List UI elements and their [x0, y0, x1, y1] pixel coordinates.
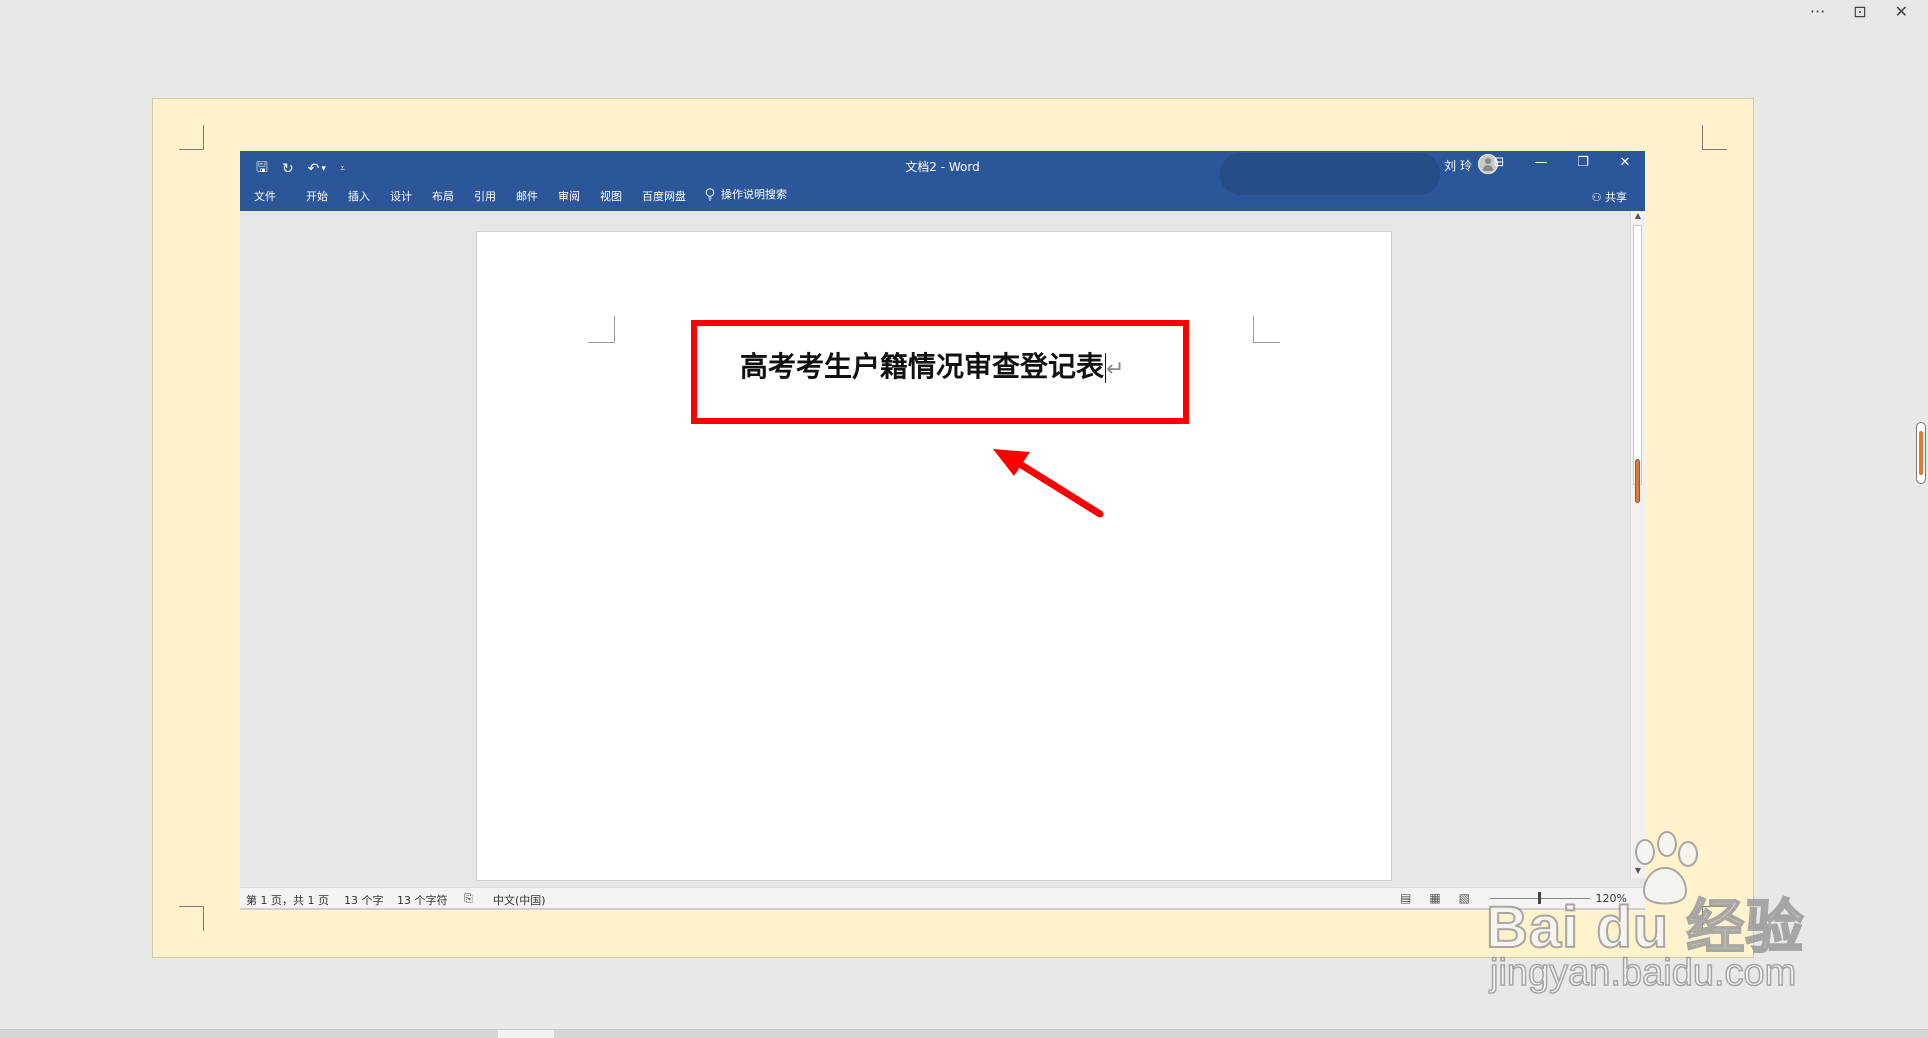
scroll-up-icon[interactable]: ▲ [1631, 211, 1645, 223]
word-window: 🖫 ↻ ↶ ▾ ⩡ 文档2 - Word 刘 玲 ⊟ — ❐ ✕ 文件 开始 插… [240, 151, 1645, 910]
read-mode-icon[interactable]: ▤ [1400, 891, 1411, 905]
tab-design[interactable]: 设计 [390, 188, 412, 204]
document-page[interactable]: 高考考生户籍情况审查登记表↵ [476, 231, 1392, 881]
language[interactable]: 中文(中国) [493, 892, 546, 908]
margin-mark-right [1253, 316, 1280, 343]
vertical-scrollbar[interactable]: ▲ ▼ [1630, 211, 1645, 878]
tab-insert[interactable]: 插入 [348, 188, 370, 204]
title-bar: 🖫 ↻ ↶ ▾ ⩡ 文档2 - Word 刘 玲 ⊟ — ❐ ✕ 文件 开始 插… [240, 151, 1645, 211]
tab-mailings[interactable]: 邮件 [516, 188, 538, 204]
page-count[interactable]: 第 1 页，共 1 页 [246, 892, 329, 908]
close-icon[interactable]: ✕ [1895, 2, 1908, 21]
minimize-icon[interactable]: — [1533, 155, 1549, 170]
tab-home[interactable]: 开始 [306, 188, 328, 204]
tab-file[interactable]: 文件 [254, 188, 276, 204]
close-window-icon[interactable]: ✕ [1617, 155, 1633, 170]
highlight-box [691, 320, 1189, 424]
tell-me-label: 操作说明搜索 [721, 188, 787, 201]
proofing-icon[interactable]: ⎘ [464, 892, 473, 906]
tell-me-search[interactable]: 操作说明搜索 [705, 186, 787, 202]
horizontal-scrollbar[interactable] [240, 908, 1645, 910]
tab-layout[interactable]: 布局 [432, 188, 454, 204]
fit-icon[interactable]: ⊡ [1853, 2, 1866, 21]
viewer-scroll-handle[interactable] [1916, 422, 1926, 484]
crop-mark-top-right [1702, 125, 1727, 150]
view-buttons: ▤ ▦ ▧ [1400, 891, 1470, 905]
window-controls: ⊟ — ❐ ✕ [1491, 155, 1633, 170]
tab-baidu-netdisk[interactable]: 百度网盘 [642, 188, 686, 204]
bottom-scroll-thumb[interactable] [498, 1030, 554, 1038]
share-label: 共享 [1605, 191, 1627, 204]
crop-mark-bottom-left [179, 906, 204, 931]
viewer-toolbar: ··· ⊡ ✕ [1810, 2, 1908, 21]
user-name[interactable]: 刘 玲 [1444, 157, 1472, 174]
margin-mark-left [588, 316, 615, 343]
share-button[interactable]: ⚇ 共享 [1592, 189, 1627, 205]
status-bar: 第 1 页，共 1 页 13 个字 13 个字符 ⎘ 中文(中国) ▤ ▦ ▧ … [240, 887, 1645, 910]
person-icon: ⚇ [1591, 191, 1602, 204]
document-title: 文档2 - Word [905, 160, 980, 174]
print-layout-icon[interactable]: ▦ [1429, 891, 1440, 905]
word-count[interactable]: 13 个字 [344, 892, 384, 908]
ribbon-display-options-icon[interactable]: ⊟ [1491, 155, 1507, 170]
tab-review[interactable]: 审阅 [558, 188, 580, 204]
web-layout-icon[interactable]: ▧ [1459, 891, 1470, 905]
more-icon[interactable]: ··· [1810, 2, 1825, 21]
viewer-bottom-scrollbar[interactable] [0, 1029, 1928, 1038]
scroll-position-marker [1635, 459, 1640, 503]
restore-icon[interactable]: ❐ [1575, 155, 1591, 170]
ribbon-tabs: 文件 开始 插入 设计 布局 引用 邮件 审阅 视图 百度网盘 [254, 188, 706, 204]
watermark-url: jingyan.baidu.com [1489, 951, 1797, 995]
lightbulb-icon [705, 187, 715, 200]
crop-mark-top-left [179, 125, 204, 150]
baidu-watermark: Bai du 经验 jingyan.baidu.com [1480, 830, 1840, 1000]
tab-references[interactable]: 引用 [474, 188, 496, 204]
tab-view[interactable]: 视图 [600, 188, 622, 204]
char-count[interactable]: 13 个字符 [397, 892, 448, 908]
scroll-thumb[interactable] [1633, 225, 1642, 485]
